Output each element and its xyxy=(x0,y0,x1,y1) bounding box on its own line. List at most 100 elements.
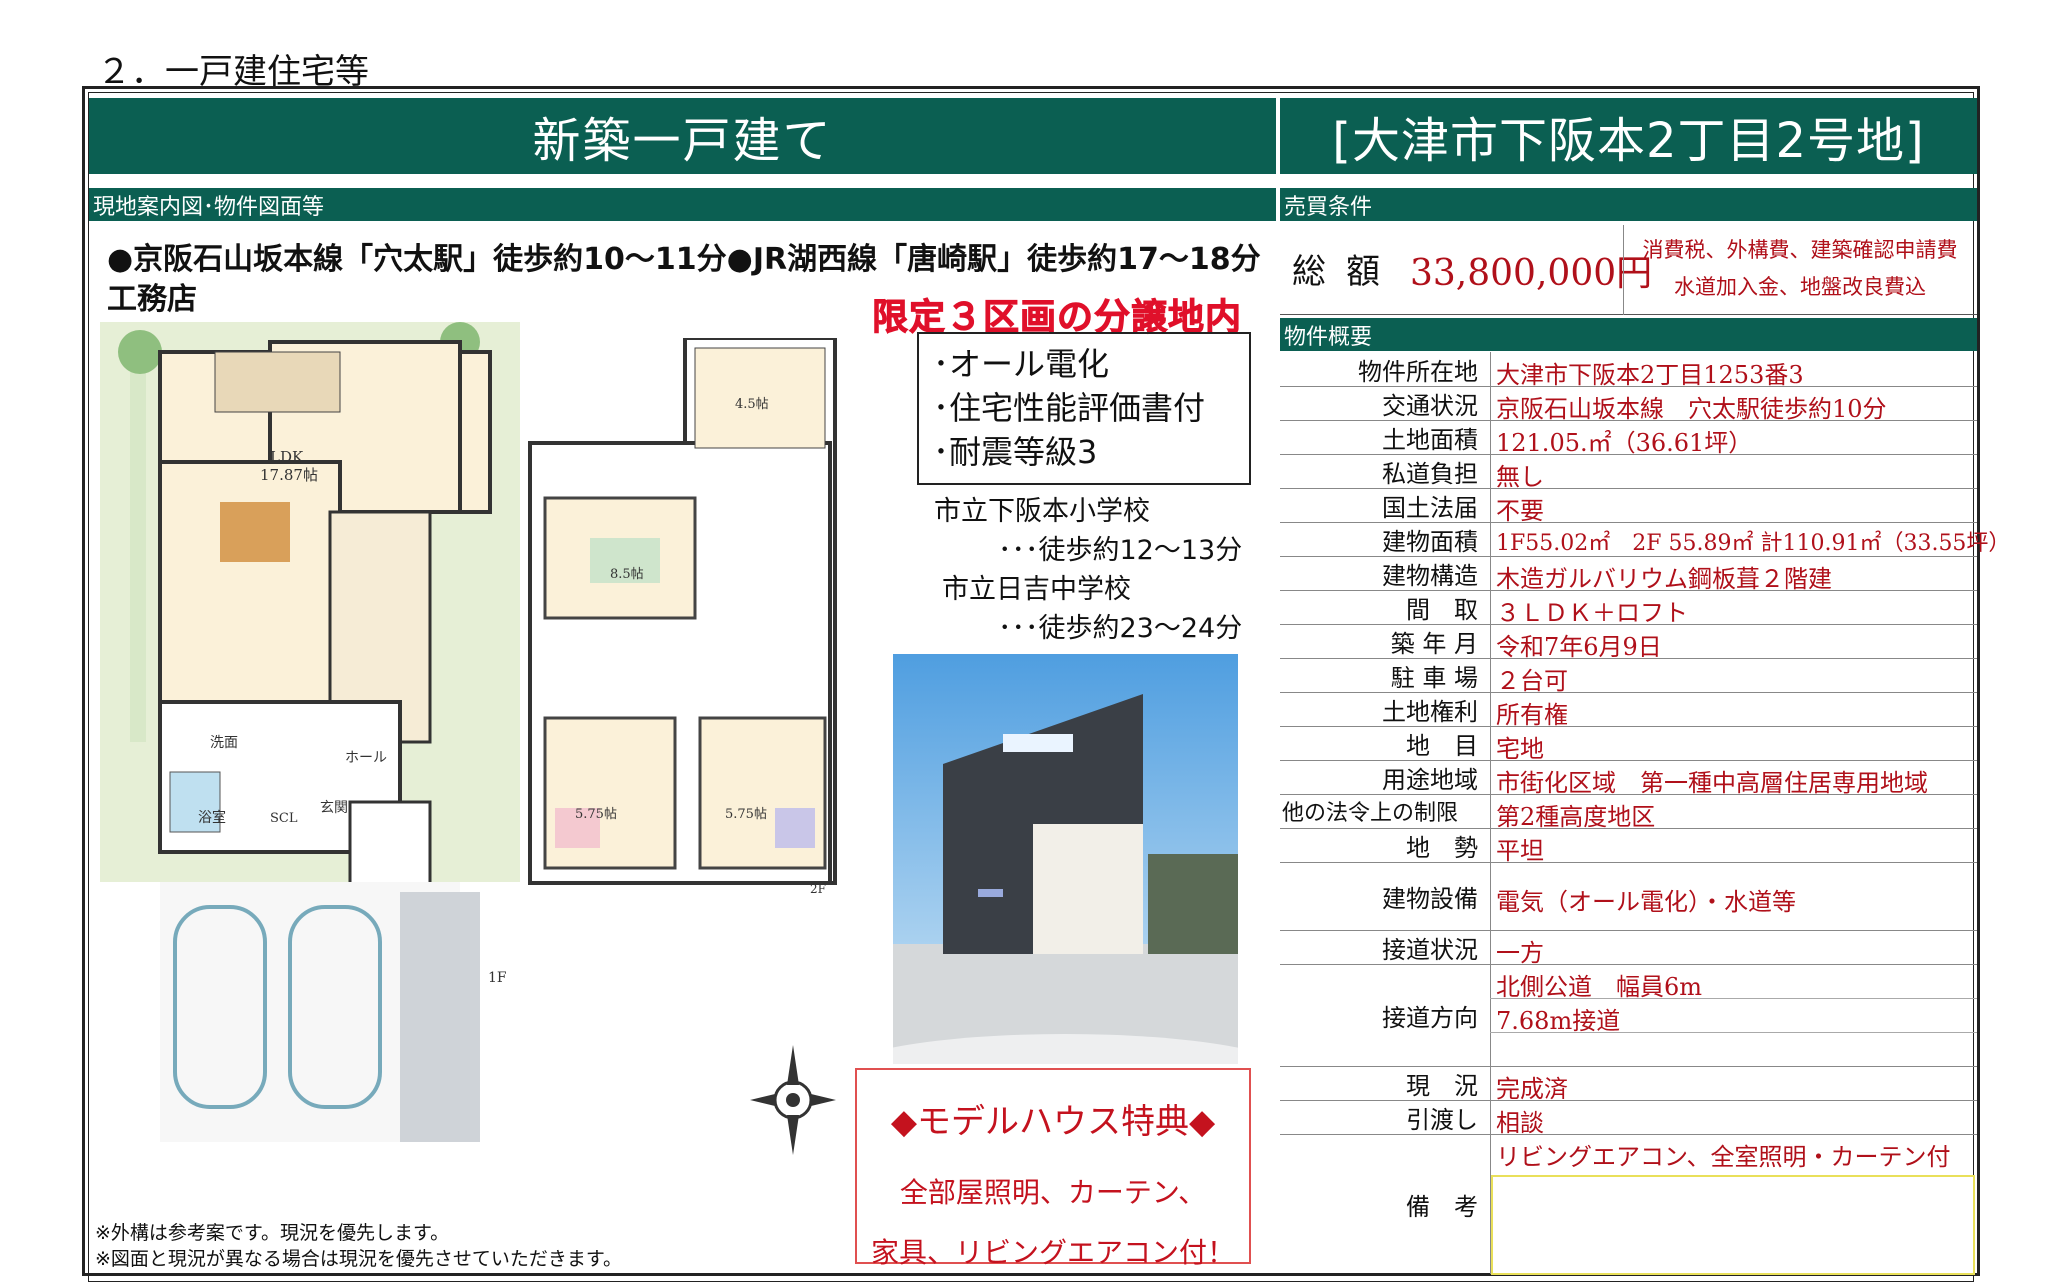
spec-value: 完成済 xyxy=(1496,1075,1568,1103)
spec-label: 現 況 xyxy=(1406,1071,1478,1100)
footnotes: ※外構は参考案です。現況を優先します。 ※図面と現況が異なる場合は現況を優先させ… xyxy=(95,1220,622,1272)
bonus-title: ◆モデルハウス特典◆ xyxy=(890,1102,1216,1142)
junior-high-school: 市立日吉中学校 xyxy=(942,574,1131,605)
junior-high-walk-time: ･･･徒歩約23～24分 xyxy=(998,613,1243,644)
spec-row: 私道負担 無し xyxy=(1280,454,1977,491)
floor-2f-label: 2F xyxy=(810,882,826,896)
spec-value: 京阪石山坂本線 穴太駅徒歩約10分 xyxy=(1496,395,1887,423)
spec-label: 駐 車 場 xyxy=(1390,663,1478,692)
spec-row: 物件所在地 大津市下阪本2丁目1253番3 xyxy=(1280,352,1977,389)
builder-label: 工務店 xyxy=(107,282,197,317)
feature-item: ･住宅性能評価書付 xyxy=(933,389,1206,427)
hall-label: ホール xyxy=(345,750,387,766)
lot-name-banner: [大津市下阪本2丁目2号地] xyxy=(1280,98,1977,174)
ldk-label: LDK xyxy=(270,448,304,466)
spec-label: 他の法令上の制限 xyxy=(1282,801,1459,826)
spec-value: 令和7年6月9日 xyxy=(1496,633,1662,661)
washroom-label: 洗面 xyxy=(210,735,238,751)
spec-label: 築 年 月 xyxy=(1390,629,1478,658)
scl-label: SCL xyxy=(270,811,298,826)
spec-value-2: 7.68m接道 xyxy=(1496,1007,1621,1035)
model-house-bonus-box: ◆モデルハウス特典◆ 全部屋照明、カーテン、 家具、リビングエアコン付！ xyxy=(855,1068,1251,1269)
features-box: ･オール電化 ･住宅性能評価書付 ･耐震等級3 xyxy=(917,332,1251,485)
spec-value: 電気（オール電化）・水道等 xyxy=(1496,888,1796,916)
spec-row: 国土法届 不要 xyxy=(1280,488,1977,525)
remarks-highlight-box xyxy=(1491,1175,1975,1275)
elementary-walk-time: ･･･徒歩約12～13分 xyxy=(998,535,1243,566)
spec-value: 1F55.02㎡ 2F 55.89㎡ 計110.91㎡（33.55坪） xyxy=(1496,531,2011,556)
price-note: 消費税、外構費、建築確認申請費 水道加入金、地盤改良費込 xyxy=(1628,232,1972,306)
spec-label: 土地権利 xyxy=(1382,697,1478,726)
spec-row: 接道状況 一方 xyxy=(1280,930,1977,967)
spec-row: 現 況 完成済 xyxy=(1280,1066,1977,1103)
spec-label: 用途地域 xyxy=(1382,765,1478,794)
spec-label: 備 考 xyxy=(1406,1192,1478,1221)
spec-value: 121.05.㎡（36.61坪） xyxy=(1496,429,1753,457)
spec-label: 物件所在地 xyxy=(1358,357,1478,386)
spec-row: 他の法令上の制限 第2種高度地区 xyxy=(1280,794,1977,831)
property-overview-header: 物件概要 xyxy=(1280,318,1977,351)
footnote: ※図面と現況が異なる場合は現況を優先させていただきます。 xyxy=(95,1248,623,1270)
spec-row: 土地権利 所有権 xyxy=(1280,692,1977,729)
ldk-size: 17.87帖 xyxy=(260,466,318,484)
spec-value: 北側公道 幅員6m xyxy=(1496,973,1703,1001)
spec-row: 建物構造 木造ガルバリウム鋼板葺２階建 xyxy=(1280,556,1977,593)
spec-row: 土地面積 121.05.㎡（36.61坪） xyxy=(1280,420,1977,457)
price-label: 総額 xyxy=(1292,252,1400,292)
spec-label: 地 目 xyxy=(1406,731,1478,760)
loft-size: 4.5帖 xyxy=(735,397,769,412)
yoshitsu-size-2: 5.75帖 xyxy=(575,807,617,822)
spec-value: ２台可 xyxy=(1496,667,1568,695)
spec-row: 交通状況 京阪石山坂本線 穴太駅徒歩約10分 xyxy=(1280,386,1977,423)
house-photo xyxy=(893,654,1238,1064)
bath-label: 浴室 xyxy=(198,809,226,826)
floor-1f-label: 1F xyxy=(488,970,507,986)
spec-row: 地 目 宅地 xyxy=(1280,726,1977,763)
spec-value: 一方 xyxy=(1496,939,1544,967)
spec-label: 建物設備 xyxy=(1382,884,1478,913)
spec-value: 大津市下阪本2丁目1253番3 xyxy=(1496,361,1804,389)
floor-plan-2f: 4.5帖 8.5帖 5.75帖 5.75帖 2F xyxy=(528,338,837,896)
spec-label: 接道方向 xyxy=(1382,1003,1478,1032)
spec-label: 間 取 xyxy=(1406,595,1478,624)
feature-item: ･オール電化 xyxy=(933,345,1110,383)
spec-value: 不要 xyxy=(1496,497,1544,525)
listing-title-banner: 新築一戸建て xyxy=(89,98,1276,174)
spec-row: 間 取 ３ＬＤＫ＋ロフト xyxy=(1280,590,1977,627)
spec-label: 土地面積 xyxy=(1382,425,1478,454)
entrance-label: 玄関 xyxy=(320,799,348,816)
spec-value: 市街化区域 第一種中高層住居専用地域 xyxy=(1496,769,1928,797)
spec-value: ３ＬＤＫ＋ロフト xyxy=(1496,599,1688,627)
spec-value: 平坦 xyxy=(1496,837,1544,865)
spec-value: 第2種高度地区 xyxy=(1496,803,1656,831)
spec-label: 地 勢 xyxy=(1406,833,1478,862)
feature-item: ･耐震等級3 xyxy=(933,433,1098,471)
spec-value: 宅地 xyxy=(1496,735,1544,763)
spec-label: 国土法届 xyxy=(1382,493,1478,522)
spec-value: リビングエアコン、全室照明・カーテン付 xyxy=(1496,1143,1951,1171)
price-divider xyxy=(1623,225,1624,315)
spec-row: 築 年 月 令和7年6月9日 xyxy=(1280,624,1977,661)
spec-label: 交通状況 xyxy=(1382,391,1478,420)
spec-row: 駐 車 場 ２台可 xyxy=(1280,658,1977,695)
map-section-header: 現地案内図･物件図面等 xyxy=(89,188,1276,221)
elementary-school: 市立下阪本小学校 xyxy=(934,496,1150,527)
price-value: 33,800,000円 xyxy=(1410,253,1653,294)
spec-label: 引渡し xyxy=(1406,1105,1478,1134)
spec-value: 相談 xyxy=(1496,1109,1544,1137)
spec-value: 無し xyxy=(1496,463,1544,491)
spec-label: 建物面積 xyxy=(1382,527,1478,556)
compass-icon xyxy=(750,1045,836,1155)
access-info: ●京阪石山坂本線「穴太駅」徒歩約10～11分●JR湖西線「唐崎駅」徒歩約17～1… xyxy=(107,242,1261,277)
spec-row: 用途地域 市街化区域 第一種中高層住居専用地域 xyxy=(1280,760,1977,797)
footnote: ※外構は参考案です。現況を優先します。 xyxy=(95,1222,450,1244)
yoshitsu-size-1: 8.5帖 xyxy=(610,567,644,582)
yoshitsu-size-3: 5.75帖 xyxy=(725,807,767,822)
spec-label: 接道状況 xyxy=(1382,935,1478,964)
price-note-line: 消費税、外構費、建築確認申請費 xyxy=(1642,238,1958,262)
spec-value: 所有権 xyxy=(1496,701,1568,729)
spec-row: 引渡し 相談 xyxy=(1280,1100,1977,1137)
spec-row: 地 勢 平坦 xyxy=(1280,828,1977,865)
spec-label: 建物構造 xyxy=(1382,561,1478,590)
spec-row: 接道方向 北側公道 幅員6m 7.68m接道 xyxy=(1280,964,1977,1067)
